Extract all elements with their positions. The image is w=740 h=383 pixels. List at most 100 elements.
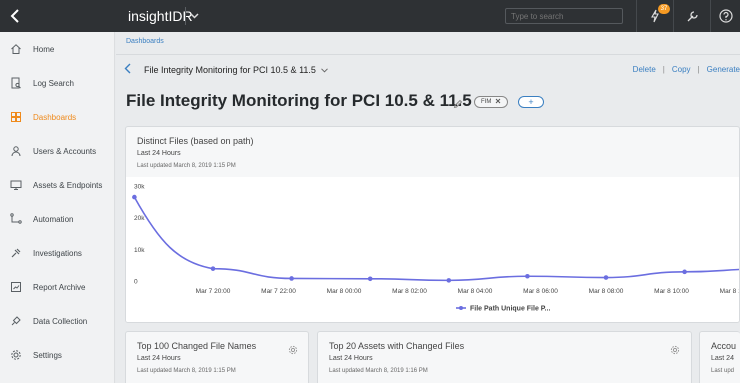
pencil-icon[interactable] (453, 96, 463, 114)
y-tick-label: 10k (134, 247, 145, 254)
legend-label: File Path Unique File P... (470, 306, 550, 313)
x-tick-label: Mar 8 06:00 (523, 288, 558, 295)
widget-card-top-assets: Top 20 Assets with Changed Files Last 24… (317, 331, 692, 383)
tag-chip[interactable]: FIM (474, 96, 509, 108)
sidebar-item-label: Users & Accounts (33, 146, 97, 156)
card-subtitle: Last 24 (711, 355, 734, 362)
x-tick-label: Mar 7 20:00 (196, 288, 231, 295)
help-icon (718, 9, 733, 23)
sidebar-item-assets-endpoints[interactable]: Assets & Endpoints (0, 173, 115, 197)
top-bar: insightIDR 37 (0, 0, 740, 32)
card-updated: Last updated March 8, 2019 1:15 PM (137, 368, 236, 374)
sidebar-item-automation[interactable]: Automation (0, 207, 115, 231)
x-tick-label: Mar 8 10:00 (654, 288, 689, 295)
investigations-icon (9, 246, 23, 260)
sidebar: Home Log Search Dashboards Users & Accou… (0, 32, 115, 383)
generate-button[interactable]: Generate (707, 65, 740, 74)
y-tick-label: 20k (134, 215, 145, 222)
automation-icon (9, 212, 23, 226)
sidebar-item-investigations[interactable]: Investigations (0, 241, 115, 265)
sidebar-item-label: Investigations (33, 248, 82, 258)
card-title: Distinct Files (based on path) (137, 136, 254, 146)
card-subtitle: Last 24 Hours (329, 355, 373, 362)
chevron-left-icon[interactable] (124, 63, 131, 77)
sidebar-item-dashboards[interactable]: Dashboards (0, 105, 115, 129)
card-updated: Last updated March 8, 2019 1:15 PM (137, 163, 236, 169)
data-point[interactable] (525, 273, 530, 279)
widget-card-accounts: Accou Last 24 Last upd (699, 331, 740, 383)
delete-button[interactable]: Delete (633, 65, 656, 74)
x-tick-label: Mar 7 22:00 (261, 288, 296, 295)
brand-logo[interactable]: insightIDR (128, 0, 193, 32)
card-title: Top 20 Assets with Changed Files (329, 341, 465, 351)
sidebar-item-settings[interactable]: Settings (0, 343, 115, 367)
dashboards-icon (9, 110, 23, 124)
chevron-down-icon (190, 13, 199, 19)
card-title: Accou (711, 341, 737, 351)
gear-icon (9, 348, 23, 362)
close-icon[interactable] (495, 98, 501, 106)
widget-card-changed-files: Top 100 Changed File Names Last 24 Hours… (125, 331, 309, 383)
data-point[interactable] (367, 276, 373, 282)
tag-label: FIM (481, 99, 492, 105)
plug-icon (9, 314, 23, 328)
x-tick-label: Mar 8 02:00 (392, 288, 427, 295)
sidebar-item-label: Report Archive (33, 282, 86, 292)
dashboard-actions: Delete | Copy | Generate (633, 65, 740, 74)
card-title: Top 100 Changed File Names (137, 341, 257, 351)
data-point[interactable] (289, 276, 294, 281)
sidebar-item-report-archive[interactable]: Report Archive (0, 275, 115, 299)
page-title: File Integrity Monitoring for PCI 10.5 &… (126, 91, 472, 110)
chart-area: 30k 20k 10k 0 Mar 7 20:00 Mar 7 22:00 Mar 8 0… (126, 177, 739, 322)
card-updated: Last updated March 8, 2019 1:16 PM (329, 368, 428, 374)
card-subtitle: Last 24 Hours (137, 150, 181, 157)
wrench-icon (687, 10, 698, 21)
back-button[interactable] (0, 0, 30, 32)
tools-button[interactable] (674, 0, 710, 32)
action-separator: | (697, 65, 700, 74)
brand-divider (185, 7, 186, 25)
chevron-down-icon (321, 66, 329, 75)
dashboard-select[interactable]: File Integrity Monitoring for PCI 10.5 &… (144, 65, 329, 75)
help-button[interactable] (711, 0, 740, 32)
log-search-icon (9, 76, 23, 90)
global-search-input[interactable] (505, 8, 623, 24)
sidebar-item-users-accounts[interactable]: Users & Accounts (0, 139, 115, 163)
sidebar-item-data-collection[interactable]: Data Collection (0, 309, 115, 333)
sidebar-item-label: Assets & Endpoints (33, 180, 103, 190)
product-switcher-button[interactable] (190, 0, 199, 32)
home-icon (9, 42, 23, 56)
sidebar-item-home[interactable]: Home (0, 37, 115, 61)
chevron-left-icon (10, 9, 19, 23)
chart-legend[interactable]: File Path Unique File P... (456, 306, 550, 313)
notification-badge: 37 (658, 4, 670, 14)
sidebar-item-log-search[interactable]: Log Search (0, 71, 115, 95)
main-content: Dashboards File Integrity Monitoring for… (116, 32, 740, 383)
gear-icon[interactable] (670, 342, 680, 360)
breadcrumb[interactable]: Dashboards (126, 38, 164, 45)
line-chart: 30k 20k 10k 0 Mar 7 20:00 Mar 7 22:00 Mar 8 0… (132, 184, 739, 313)
data-point[interactable] (682, 269, 687, 275)
sidebar-item-label: Automation (33, 214, 74, 224)
card-subtitle: Last 24 Hours (137, 355, 181, 362)
y-tick-label: 0 (134, 279, 138, 286)
sidebar-item-label: Dashboards (33, 112, 77, 122)
data-point[interactable] (603, 275, 609, 280)
data-point[interactable] (210, 266, 216, 271)
series-line (133, 196, 739, 282)
copy-button[interactable]: Copy (672, 65, 691, 74)
chart-card: Distinct Files (based on path) Last 24 H… (125, 126, 740, 323)
add-tag-button[interactable]: + (518, 96, 544, 108)
sidebar-item-label: Log Search (33, 78, 74, 88)
dashboard-select-value: File Integrity Monitoring for PCI 10.5 &… (144, 65, 316, 75)
gear-icon[interactable] (288, 342, 298, 360)
sidebar-item-label: Data Collection (33, 316, 88, 326)
sidebar-item-label: Home (33, 44, 55, 54)
data-point[interactable] (446, 278, 452, 283)
action-separator: | (662, 65, 665, 74)
header-divider (116, 54, 740, 55)
monitor-icon (9, 178, 23, 192)
data-point[interactable] (132, 194, 137, 200)
legend-marker (459, 306, 463, 310)
card-updated: Last upd (711, 368, 735, 374)
